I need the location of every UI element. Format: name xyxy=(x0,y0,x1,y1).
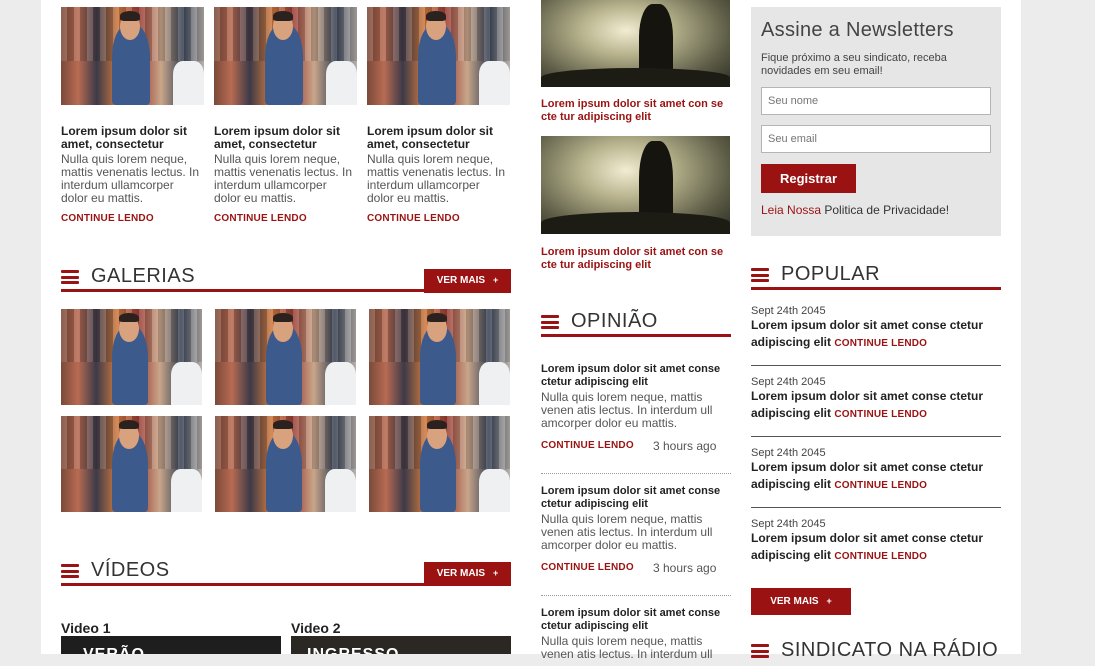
section-title: POPULAR xyxy=(781,263,881,285)
divider xyxy=(751,507,1001,508)
continue-reading-link[interactable]: CONTINUE LENDO xyxy=(61,213,201,224)
popular-item: Sept 24th 2045 Lorem ipsum dolor sit ame… xyxy=(751,305,1001,352)
popular-date: Sept 24th 2045 xyxy=(751,447,826,459)
ver-mais-button[interactable]: VER MAIS + xyxy=(424,562,511,586)
timestamp: 3 hours ago xyxy=(653,561,717,575)
privacy-note: Leia Nossa Politica de Privacidade! xyxy=(761,203,949,217)
opinion-title[interactable]: Lorem ipsum dolor sit amet conse ctetur … xyxy=(541,363,731,389)
section-divider xyxy=(541,334,731,337)
article-card: Lorem ipsum dolor sit amet, consectetur … xyxy=(214,125,354,225)
opinion-excerpt: Nulla quis lorem neque, mattis venen ati… xyxy=(541,512,713,552)
article-title[interactable]: Lorem ipsum dolor sit amet, consectetur xyxy=(214,125,354,151)
menu-icon xyxy=(751,268,769,282)
image-caption-link[interactable]: Lorem ipsum dolor sit amet con se cte tu… xyxy=(541,246,731,272)
continue-reading-link[interactable]: CONTINUE LENDO xyxy=(834,409,927,420)
timestamp: 3 hours ago xyxy=(653,439,717,453)
section-title: VÍDEOS xyxy=(91,559,170,581)
newsletter-panel: Assine a Newsletters Fique próximo a seu… xyxy=(751,7,1001,236)
divider xyxy=(751,365,1001,366)
divider xyxy=(541,473,731,474)
divider xyxy=(541,595,731,596)
video-label: Video 2 xyxy=(291,620,341,636)
radio-header: SINDICATO NA RÁDIO xyxy=(751,638,1001,666)
ver-mais-button[interactable]: VER MAIS + xyxy=(751,588,851,615)
continue-reading-link[interactable]: CONTINUE LENDO xyxy=(834,551,927,562)
privacy-link[interactable]: Leia Nossa xyxy=(761,203,821,217)
video-label: Video 1 xyxy=(61,620,111,636)
continue-reading-link[interactable]: CONTINUE LENDO xyxy=(541,562,634,573)
plus-icon: + xyxy=(493,568,499,578)
opinion-item: Lorem ipsum dolor sit amet conse ctetur … xyxy=(541,363,731,453)
divider xyxy=(751,436,1001,437)
popular-header: POPULAR xyxy=(751,262,1001,290)
popular-title-block: Lorem ipsum dolor sit amet conse ctetur … xyxy=(751,530,1001,565)
section-divider xyxy=(751,287,1001,290)
video-thumbnail[interactable]: VERÃO xyxy=(61,636,281,654)
article-excerpt: Nulla quis lorem neque, mattis venenatis… xyxy=(214,152,353,205)
article-excerpt: Nulla quis lorem neque, mattis venenatis… xyxy=(367,152,506,205)
popular-date: Sept 24th 2045 xyxy=(751,305,826,317)
gallery-image[interactable] xyxy=(369,309,510,405)
article-image[interactable] xyxy=(541,136,730,234)
article-image[interactable] xyxy=(61,7,204,105)
newsletter-description: Fique próximo a seu sindicato, receba no… xyxy=(761,52,947,77)
continue-reading-link[interactable]: CONTINUE LENDO xyxy=(834,480,927,491)
continue-reading-link[interactable]: CONTINUE LENDO xyxy=(834,338,927,349)
menu-icon xyxy=(61,564,79,578)
article-image[interactable] xyxy=(367,7,510,105)
article-title[interactable]: Lorem ipsum dolor sit amet, consectetur xyxy=(367,125,507,151)
image-caption-link[interactable]: Lorem ipsum dolor sit amet con se cte tu… xyxy=(541,98,731,124)
video-overlay-text: VERÃO xyxy=(83,646,145,654)
ver-mais-button[interactable]: VER MAIS + xyxy=(424,269,511,293)
popular-title-block: Lorem ipsum dolor sit amet conse ctetur … xyxy=(751,459,1001,494)
article-image[interactable] xyxy=(541,0,730,87)
opinion-excerpt: Nulla quis lorem neque, mattis venen ati… xyxy=(541,390,713,430)
newsletter-title: Assine a Newsletters xyxy=(761,19,954,41)
opinion-title[interactable]: Lorem ipsum dolor sit amet conse ctetur … xyxy=(541,485,731,511)
video-thumbnail[interactable]: INGRESSO xyxy=(291,636,511,654)
plus-icon: + xyxy=(826,596,832,606)
plus-icon: + xyxy=(493,275,499,285)
popular-item: Sept 24th 2045 Lorem ipsum dolor sit ame… xyxy=(751,376,1001,423)
gallery-image[interactable] xyxy=(215,416,356,512)
register-button[interactable]: Registrar xyxy=(761,164,856,193)
popular-item: Sept 24th 2045 Lorem ipsum dolor sit ame… xyxy=(751,518,1001,565)
popular-title-block: Lorem ipsum dolor sit amet conse ctetur … xyxy=(751,317,1001,352)
privacy-text: Politica de Privacidade! xyxy=(821,203,950,217)
article-excerpt: Nulla quis lorem neque, mattis venenatis… xyxy=(61,152,200,205)
menu-icon xyxy=(541,315,559,329)
continue-reading-link[interactable]: CONTINUE LENDO xyxy=(367,213,507,224)
continue-reading-link[interactable]: CONTINUE LENDO xyxy=(541,440,634,451)
article-image[interactable] xyxy=(214,7,357,105)
opinion-item: Lorem ipsum dolor sit amet conse ctetur … xyxy=(541,485,731,575)
menu-icon xyxy=(751,644,769,658)
section-title: GALERIAS xyxy=(91,265,196,287)
gallery-image[interactable] xyxy=(61,309,202,405)
video-overlay-text: INGRESSO xyxy=(307,646,399,654)
section-title: SINDICATO NA RÁDIO xyxy=(781,639,999,661)
popular-title-block: Lorem ipsum dolor sit amet conse ctetur … xyxy=(751,388,1001,423)
page-content: Lorem ipsum dolor sit amet, consectetur … xyxy=(41,0,1021,661)
article-title[interactable]: Lorem ipsum dolor sit amet, consectetur xyxy=(61,125,201,151)
article-card: Lorem ipsum dolor sit amet, consectetur … xyxy=(367,125,507,225)
gallery-image[interactable] xyxy=(61,416,202,512)
section-title: OPINIÃO xyxy=(571,310,658,332)
gallery-image[interactable] xyxy=(369,416,510,512)
opinion-title[interactable]: Lorem ipsum dolor sit amet conse ctetur … xyxy=(541,607,731,633)
popular-date: Sept 24th 2045 xyxy=(751,518,826,530)
opinion-excerpt: Nulla quis lorem neque, mattis venen ati… xyxy=(541,634,713,661)
name-input[interactable] xyxy=(761,87,991,115)
continue-reading-link[interactable]: CONTINUE LENDO xyxy=(214,213,354,224)
article-card: Lorem ipsum dolor sit amet, consectetur … xyxy=(61,125,201,225)
opiniao-header: OPINIÃO xyxy=(541,309,731,337)
menu-icon xyxy=(61,270,79,284)
popular-date: Sept 24th 2045 xyxy=(751,376,826,388)
popular-item: Sept 24th 2045 Lorem ipsum dolor sit ame… xyxy=(751,447,1001,494)
opinion-item: Lorem ipsum dolor sit amet conse ctetur … xyxy=(541,607,731,661)
email-input[interactable] xyxy=(761,125,991,153)
gallery-image[interactable] xyxy=(215,309,356,405)
